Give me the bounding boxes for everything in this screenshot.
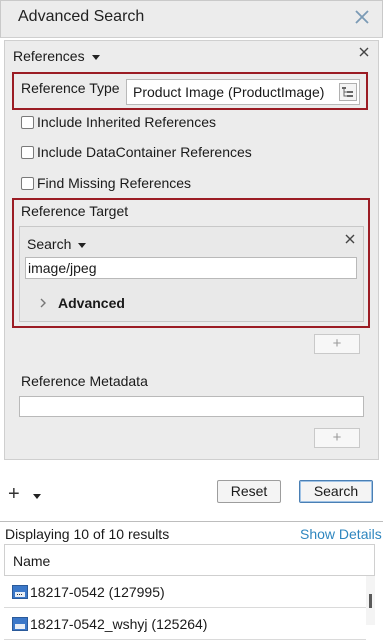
add-target-button[interactable]: + bbox=[314, 334, 360, 354]
search-button[interactable]: Search bbox=[299, 480, 373, 503]
reference-type-label: Reference Type bbox=[21, 80, 120, 96]
table-row[interactable]: 18217-0542_wshyj (125264) bbox=[4, 608, 366, 640]
show-details-link[interactable]: Show Details bbox=[300, 526, 382, 542]
tree-picker-icon[interactable] bbox=[339, 83, 357, 101]
add-metadata-button[interactable]: + bbox=[314, 428, 360, 448]
reference-type-value: Product Image (ProductImage) bbox=[133, 84, 325, 100]
table-row[interactable]: 18217-0542 (127995) bbox=[4, 576, 366, 608]
chevron-right-icon[interactable] bbox=[38, 296, 48, 310]
reference-target-label: Reference Target bbox=[21, 203, 129, 219]
row-name: 18217-0542_wshyj (125264) bbox=[30, 616, 208, 632]
row-name: 18217-0542 (127995) bbox=[30, 584, 165, 600]
find-missing-label[interactable]: Find Missing References bbox=[37, 175, 191, 191]
search-mode-label: Search bbox=[27, 236, 72, 252]
remove-search-icon[interactable] bbox=[343, 232, 357, 246]
references-header[interactable]: References bbox=[13, 48, 100, 64]
image-file-icon bbox=[12, 617, 28, 631]
divider bbox=[0, 521, 383, 522]
results-summary: Displaying 10 of 10 results bbox=[5, 526, 170, 542]
scrollbar-thumb[interactable] bbox=[369, 594, 372, 608]
chevron-down-icon bbox=[91, 54, 100, 60]
include-datacontainer-label[interactable]: Include DataContainer References bbox=[37, 144, 252, 160]
reference-metadata-label: Reference Metadata bbox=[21, 373, 148, 389]
chevron-down-icon[interactable] bbox=[33, 494, 41, 499]
references-label: References bbox=[13, 48, 85, 64]
window-title: Advanced Search bbox=[18, 8, 145, 25]
reference-metadata-field[interactable] bbox=[19, 396, 364, 417]
find-missing-checkbox[interactable] bbox=[21, 177, 34, 190]
remove-references-icon[interactable] bbox=[357, 45, 371, 59]
reference-type-field[interactable]: Product Image (ProductImage) bbox=[126, 79, 360, 105]
search-input[interactable]: image/jpeg bbox=[25, 257, 357, 279]
close-icon[interactable] bbox=[352, 7, 372, 27]
include-inherited-label[interactable]: Include Inherited References bbox=[37, 114, 216, 130]
include-datacontainer-checkbox[interactable] bbox=[21, 146, 34, 159]
image-file-icon bbox=[12, 585, 28, 599]
search-input-value: image/jpeg bbox=[28, 260, 97, 276]
advanced-toggle[interactable]: Advanced bbox=[58, 295, 125, 311]
add-criteria-button[interactable]: + bbox=[8, 483, 20, 506]
results-table-header[interactable]: Name bbox=[4, 544, 375, 576]
reset-button[interactable]: Reset bbox=[217, 480, 281, 503]
chevron-down-icon bbox=[78, 242, 87, 248]
search-header[interactable]: Search bbox=[27, 236, 87, 252]
include-inherited-checkbox[interactable] bbox=[21, 116, 34, 129]
column-header-name[interactable]: Name bbox=[13, 553, 50, 569]
